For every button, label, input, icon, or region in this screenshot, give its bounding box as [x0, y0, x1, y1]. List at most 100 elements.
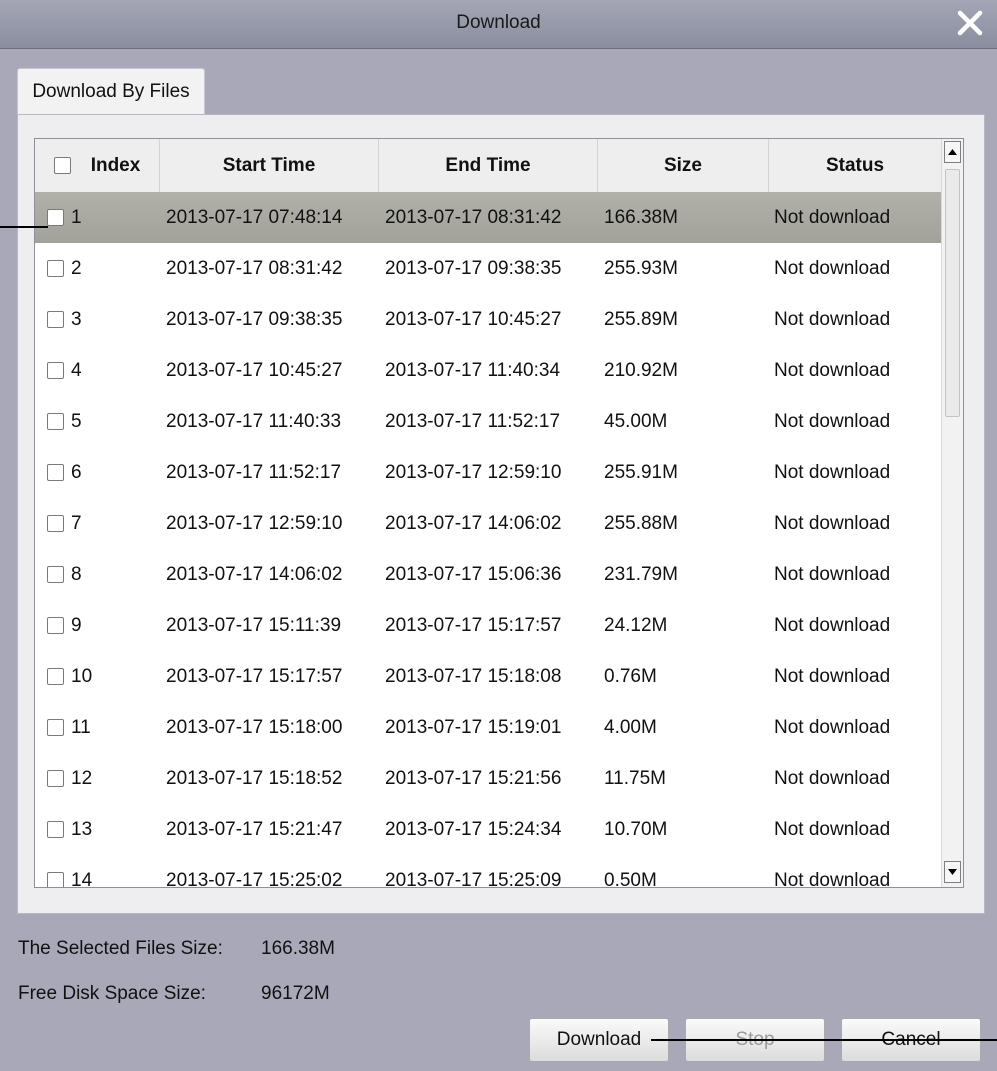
row-start: 2013-07-17 15:11:39 [166, 615, 342, 636]
row-checkbox[interactable] [47, 311, 64, 328]
vertical-scrollbar[interactable] [941, 139, 963, 887]
row-index: 6 [71, 462, 82, 483]
column-header-index[interactable]: Index [35, 139, 160, 192]
row-index: 11 [71, 717, 91, 738]
free-space-value: 96172M [261, 983, 330, 1004]
row-start: 2013-07-17 07:48:14 [166, 207, 343, 228]
scroll-up-button[interactable] [944, 141, 961, 163]
row-status: Not download [774, 411, 891, 432]
row-index: 4 [71, 360, 82, 381]
row-index: 2 [71, 258, 82, 279]
column-header-end-time[interactable]: End Time [379, 139, 598, 192]
row-index: 7 [71, 513, 82, 534]
table-row[interactable]: 5 2013-07-17 11:40:33 2013-07-17 11:52:17 4… [35, 396, 941, 447]
row-status: Not download [774, 717, 891, 738]
row-end: 2013-07-17 15:24:34 [385, 819, 562, 840]
row-size: 166.38M [604, 207, 678, 228]
row-index: 9 [71, 615, 82, 636]
row-size: 255.89M [604, 309, 678, 330]
row-index: 5 [71, 411, 82, 432]
row-end: 2013-07-17 09:38:35 [385, 258, 562, 279]
row-end: 2013-07-17 15:18:08 [385, 666, 562, 687]
table-row[interactable]: 14 2013-07-17 15:25:02 2013-07-17 15:25:09… [35, 855, 941, 888]
table-row[interactable]: 6 2013-07-17 11:52:17 2013-07-17 12:59:10 2… [35, 447, 941, 498]
table-row[interactable]: 8 2013-07-17 14:06:02 2013-07-17 15:06:36 2… [35, 549, 941, 600]
row-start: 2013-07-17 15:25:02 [166, 870, 343, 888]
files-table: Index Start Time End Time Size Status 1 2… [34, 138, 964, 888]
row-checkbox[interactable] [47, 719, 64, 736]
table-row[interactable]: 1 2013-07-17 07:48:14 2013-07-17 08:31:42 1… [35, 192, 941, 243]
row-end: 2013-07-17 15:06:36 [385, 564, 562, 585]
row-size: 231.79M [604, 564, 678, 585]
row-status: Not download [774, 360, 891, 381]
table-row[interactable]: 7 2013-07-17 12:59:10 2013-07-17 14:06:02 2… [35, 498, 941, 549]
column-header-start-time[interactable]: Start Time [160, 139, 379, 192]
table-row[interactable]: 3 2013-07-17 09:38:35 2013-07-17 10:45:27 2… [35, 294, 941, 345]
row-start: 2013-07-17 15:17:57 [166, 666, 343, 687]
table-row[interactable]: 2 2013-07-17 08:31:42 2013-07-17 09:38:35 2… [35, 243, 941, 294]
row-start: 2013-07-17 15:18:52 [166, 768, 343, 789]
row-status: Not download [774, 615, 891, 636]
row-end: 2013-07-17 10:45:27 [385, 309, 562, 330]
row-checkbox[interactable] [47, 260, 64, 277]
row-checkbox[interactable] [47, 872, 64, 887]
close-button[interactable] [951, 4, 989, 42]
row-size: 4.00M [604, 717, 657, 738]
row-status: Not download [774, 666, 891, 687]
scroll-down-button[interactable] [944, 861, 961, 883]
row-index: 1 [71, 207, 82, 228]
table-row[interactable]: 4 2013-07-17 10:45:27 2013-07-17 11:40:34 2… [35, 345, 941, 396]
scrollbar-thumb[interactable] [945, 169, 960, 417]
row-size: 0.50M [604, 870, 657, 888]
row-status: Not download [774, 564, 891, 585]
tab-download-by-files[interactable]: Download By Files [17, 68, 205, 114]
row-checkbox[interactable] [47, 668, 64, 685]
column-label-index: Index [90, 154, 141, 176]
row-size: 255.91M [604, 462, 678, 483]
row-checkbox[interactable] [47, 770, 64, 787]
row-index: 3 [71, 309, 82, 330]
row-checkbox[interactable] [47, 515, 64, 532]
column-header-size[interactable]: Size [598, 139, 769, 192]
column-header-status[interactable]: Status [769, 139, 941, 192]
select-all-checkbox[interactable] [53, 157, 71, 174]
row-checkbox[interactable] [47, 617, 64, 634]
selected-size-label: The Selected Files Size: [18, 938, 223, 959]
row-end: 2013-07-17 15:21:56 [385, 768, 562, 789]
download-button[interactable]: Download [529, 1018, 669, 1062]
row-start: 2013-07-17 15:21:47 [166, 819, 343, 840]
table-row[interactable]: 9 2013-07-17 15:11:39 2013-07-17 15:17:57 2… [35, 600, 941, 651]
row-checkbox[interactable] [47, 566, 64, 583]
table-row[interactable]: 13 2013-07-17 15:21:47 2013-07-17 15:24:34… [35, 804, 941, 855]
row-size: 0.76M [604, 666, 657, 687]
row-end: 2013-07-17 14:06:02 [385, 513, 562, 534]
row-size: 24.12M [604, 615, 668, 636]
row-index: 13 [71, 819, 93, 840]
row-start: 2013-07-17 12:59:10 [166, 513, 343, 534]
table-row[interactable]: 12 2013-07-17 15:18:52 2013-07-17 15:21:56… [35, 753, 941, 804]
row-end: 2013-07-17 11:40:34 [385, 360, 561, 381]
arrow-up-icon [948, 149, 957, 155]
row-status: Not download [774, 870, 891, 888]
row-status: Not download [774, 309, 891, 330]
close-icon [957, 10, 983, 36]
row-checkbox[interactable] [47, 209, 64, 226]
table-row[interactable]: 10 2013-07-17 15:17:57 2013-07-17 15:18:08… [35, 651, 941, 702]
row-checkbox[interactable] [47, 413, 64, 430]
row-checkbox[interactable] [47, 464, 64, 481]
free-space-label: Free Disk Space Size: [18, 983, 206, 1004]
row-size: 255.93M [604, 258, 678, 279]
row-checkbox[interactable] [47, 362, 64, 379]
row-status: Not download [774, 462, 891, 483]
row-end: 2013-07-17 12:59:10 [385, 462, 562, 483]
row-status: Not download [774, 258, 891, 279]
row-index: 10 [71, 666, 93, 687]
row-size: 11.75M [604, 768, 666, 789]
table-row[interactable]: 11 2013-07-17 15:18:00 2013-07-17 15:19:01… [35, 702, 941, 753]
row-checkbox[interactable] [47, 821, 64, 838]
row-status: Not download [774, 819, 891, 840]
row-end: 2013-07-17 08:31:42 [385, 207, 562, 228]
annotation-line-bottom [651, 1039, 997, 1041]
row-start: 2013-07-17 11:52:17 [166, 462, 342, 483]
row-status: Not download [774, 513, 891, 534]
